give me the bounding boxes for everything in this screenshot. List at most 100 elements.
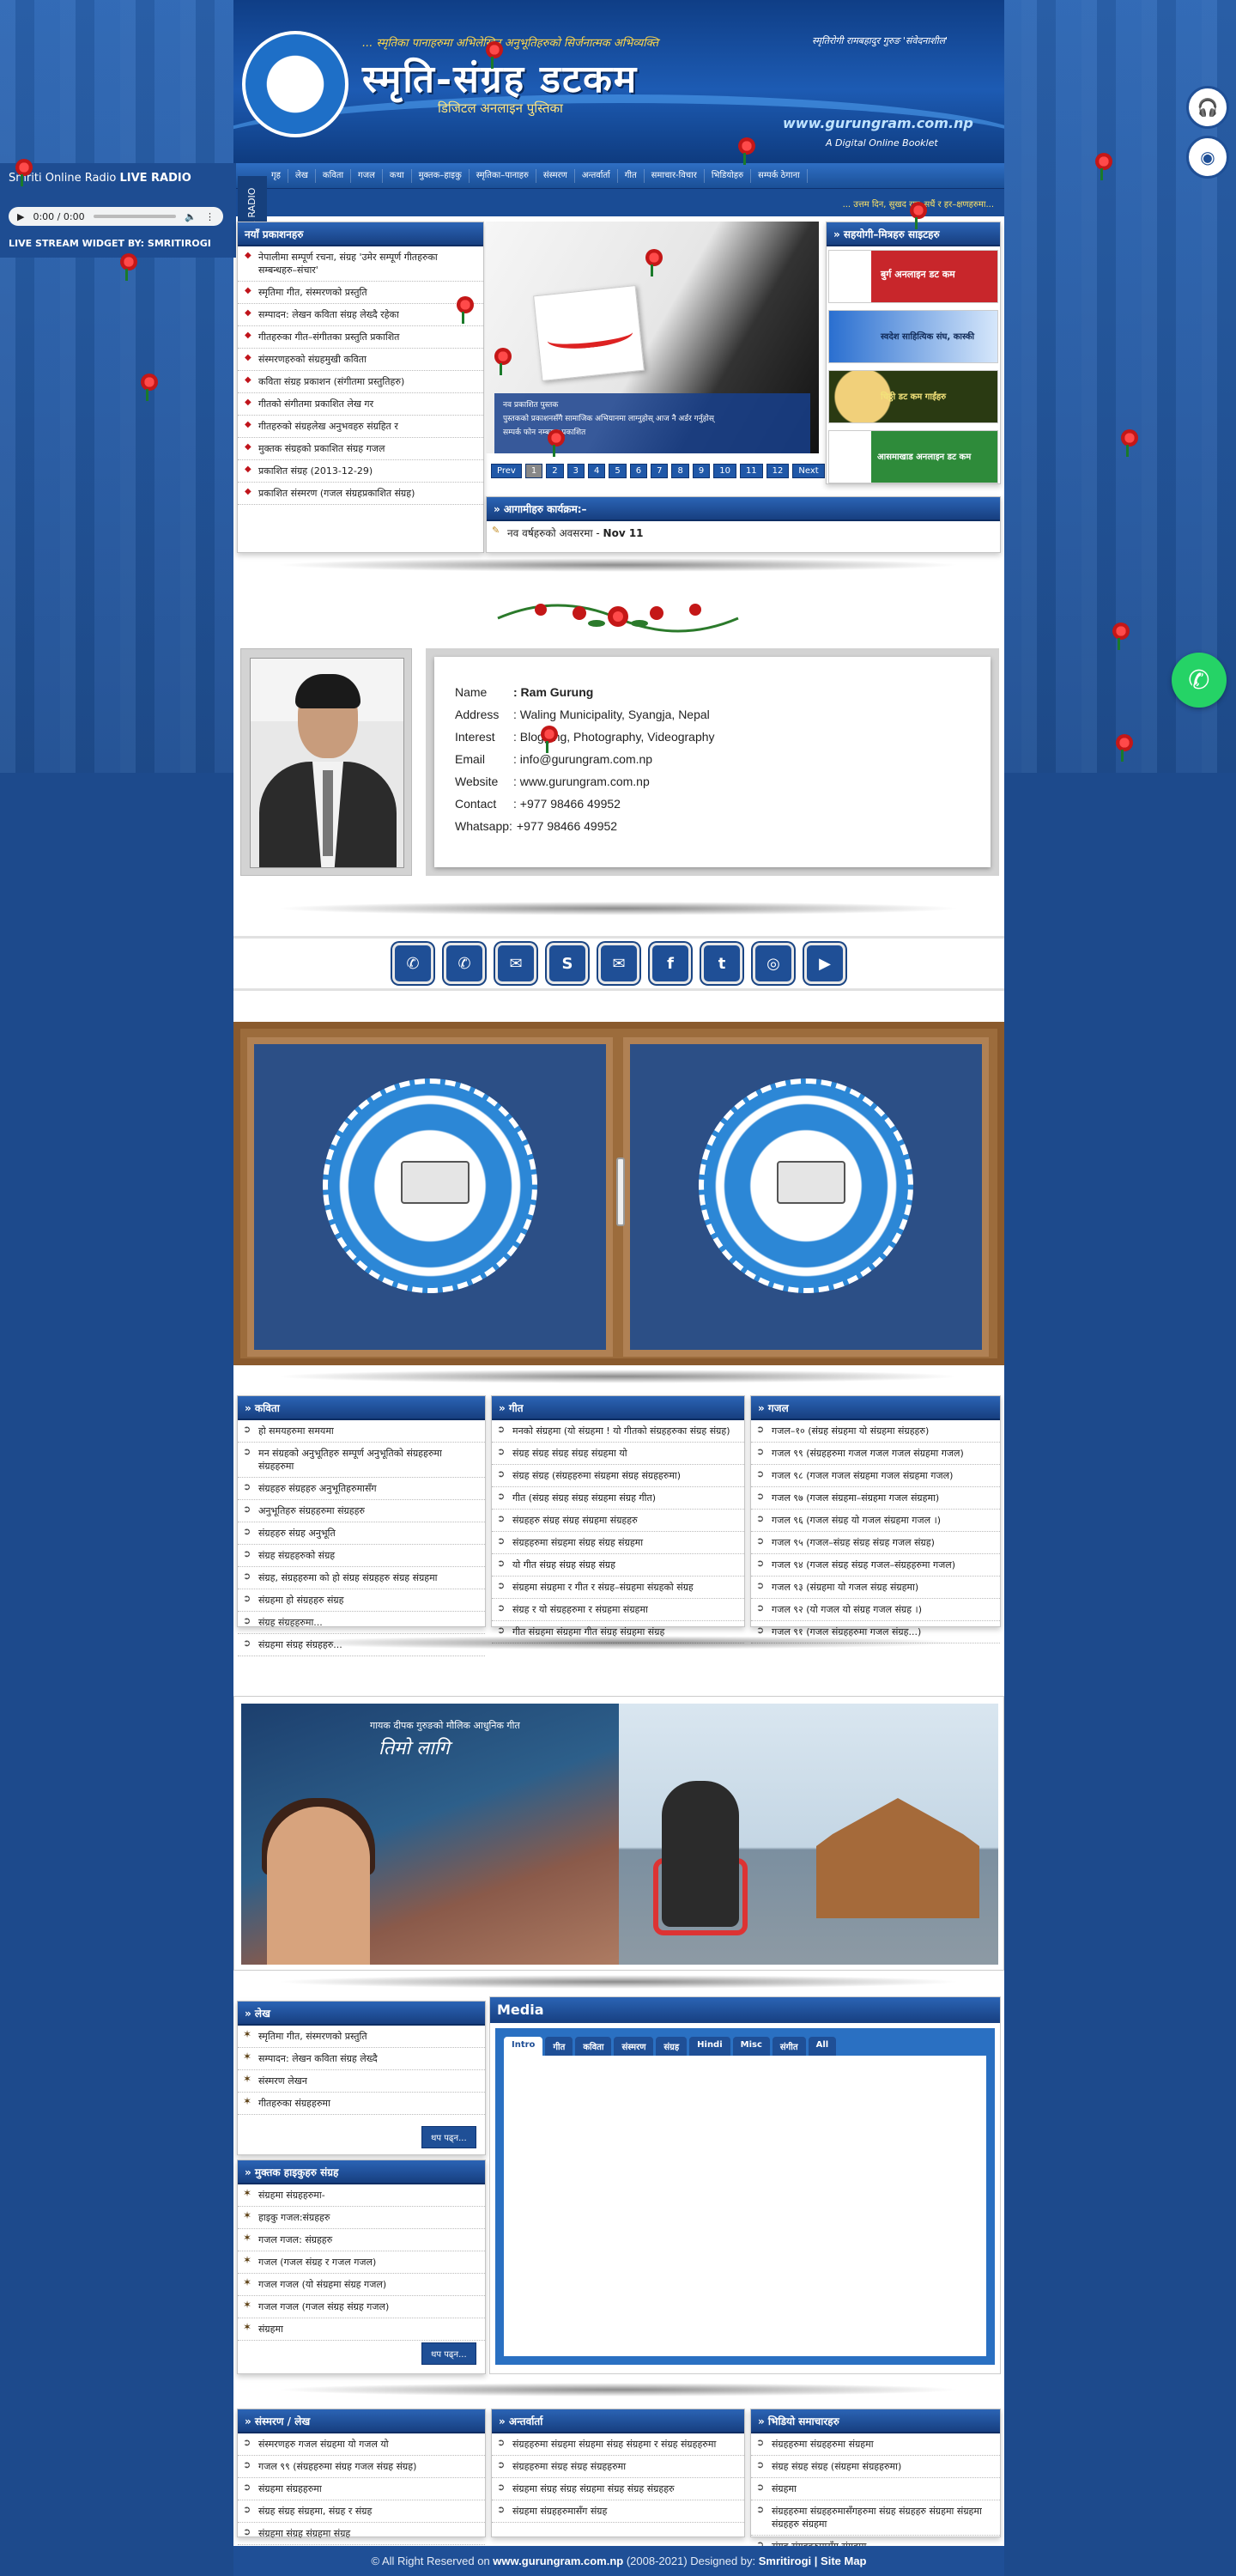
list-item[interactable]: संग्रहहरुमा संग्रहमा संग्रह संग्रह संग्र… [492, 1532, 744, 1554]
nav-item[interactable]: भिडियोहरु [705, 168, 752, 183]
news-ticker[interactable]: ... उत्तम दिन, सुखद रात–सधैं र हर–क्षणहर… [233, 189, 1004, 216]
more-options-icon[interactable]: ⋮ [205, 211, 215, 222]
nav-item[interactable]: गृह [264, 168, 288, 183]
list-item[interactable]: गजल ९७ (गजल संग्रहमा–संग्रहमा गजल संग्रह… [751, 1487, 1000, 1510]
list-item[interactable]: गजल ९९ (संग्रहहरुमा गजल गजल गजल संग्रहमा… [751, 1443, 1000, 1465]
list-item[interactable]: संग्रहमा संग्रह संग्रहमा संग्रह [238, 2523, 485, 2545]
list-item[interactable]: संग्रह संग्रहहरुको संग्रह [238, 1545, 485, 1567]
pager-page-button[interactable]: 1 [524, 464, 543, 478]
list-item[interactable]: गीत (संग्रह संग्रह संग्रह संग्रहमा संग्र… [492, 1487, 744, 1510]
media-tab[interactable]: कविता [575, 2037, 612, 2056]
nav-item[interactable]: कविता [316, 168, 352, 183]
media-tab[interactable]: गीत [545, 2037, 573, 2056]
media-tab[interactable]: Misc [732, 2037, 770, 2056]
list-item[interactable]: हाइकु गजल:संग्रहहरु [238, 2207, 485, 2229]
site-logo[interactable] [242, 31, 348, 137]
partner-banner[interactable]: बुर्ग अनलाइन डट कम [828, 250, 998, 303]
list-item[interactable]: संग्रहमा संग्रहहरुमा- [238, 2184, 485, 2207]
list-item[interactable]: संग्रहमा संग्रहहरुमा [238, 2478, 485, 2500]
nav-item[interactable]: अन्तर्वार्ता [575, 168, 618, 183]
list-item[interactable]: गजल ९६ (गजल संग्रह यो गजल संग्रहमा गजल ।… [751, 1510, 1000, 1532]
list-item[interactable]: संग्रहमा [751, 2478, 1000, 2500]
media-tab[interactable]: All [808, 2037, 837, 2056]
media-tab[interactable]: संग्रह [656, 2037, 688, 2056]
profile-website[interactable]: : www.gurungram.com.np [513, 775, 650, 788]
pager-page-button[interactable]: 4 [587, 464, 606, 478]
pager-page-button[interactable]: 8 [671, 464, 689, 478]
play-icon[interactable]: ▶ [17, 211, 24, 222]
list-item[interactable]: गजल ९२ (यो गजल यो संग्रह गजल संग्रह ।) [751, 1599, 1000, 1621]
list-item[interactable]: हो समयहरुमा समयमा [238, 1420, 485, 1443]
volume-icon[interactable]: 🔈 [185, 211, 197, 222]
list-item[interactable]: संग्रहहरु संग्रह अनुभूति [238, 1522, 485, 1545]
pager-page-button[interactable]: 9 [692, 464, 711, 478]
site-title[interactable]: स्मृति-संग्रह डटकम [362, 52, 638, 103]
list-item[interactable]: संग्रहहरु संग्रह संग्रह संग्रहमा संग्रहह… [492, 1510, 744, 1532]
nav-item[interactable]: समाचार-विचार [645, 168, 705, 183]
whatsapp-icon[interactable]: ✆ [444, 943, 485, 984]
footer-designer-link[interactable]: Smritirogi [759, 2555, 811, 2567]
headphones-icon[interactable]: 🎧 [1186, 86, 1229, 129]
list-item[interactable]: गजल ९९ (संग्रहहरुमा संग्रह गजल संग्रह सं… [238, 2456, 485, 2478]
nav-item[interactable]: कथा [383, 168, 412, 183]
list-item[interactable]: गजल ९४ (गजल संग्रह संग्रह गजल–संग्रहहरुम… [751, 1554, 1000, 1577]
list-item[interactable]: गजल ९८ (गजल गजल संग्रहमा गजल संग्रहमा गज… [751, 1465, 1000, 1487]
media-tab[interactable]: Intro [504, 2037, 543, 2056]
pager-page-button[interactable]: 5 [609, 464, 627, 478]
list-item[interactable]: संस्मरणहरुको संग्रहमुखी कविता [238, 349, 483, 371]
youtube-icon[interactable]: ▶ [804, 943, 845, 984]
list-item[interactable]: स्मृतिमा गीत, संस्मरणको प्रस्तुति [238, 2026, 485, 2048]
nav-item[interactable]: संस्मरण [536, 168, 575, 183]
email-icon[interactable]: ✉ [598, 943, 639, 984]
partner-banner[interactable]: चिठ्ठी डट कम गाईंहरु [828, 370, 998, 423]
song-poster-image[interactable]: गायक दीपक गुरुङको मौलिक आधुनिक गीत तिमो … [241, 1704, 619, 1965]
media-tab[interactable]: संगीत [772, 2037, 806, 2056]
list-item[interactable]: गजल ९५ (गजल–संग्रह संग्रह संग्रह गजल संग… [751, 1532, 1000, 1554]
list-item[interactable]: नव वर्षहरुको अवसरमा - Nov 11 [487, 521, 1000, 544]
nav-item[interactable]: स्मृतिका–पानाहरु [470, 168, 536, 183]
list-item[interactable]: संग्रह संग्रह संग्रहमा, संग्रह र संग्रह [238, 2500, 485, 2523]
list-item[interactable]: संग्रहमा संग्रह संग्रह संग्रहमा संग्रह स… [492, 2478, 744, 2500]
list-item[interactable]: संग्रहहरु संग्रहहरु अनुभूतिहरुमासँग [238, 1478, 485, 1500]
list-item[interactable]: गीतहरुको संग्रहलेख अनुभवहरु संग्रहित र [238, 416, 483, 438]
nav-item[interactable]: गीत [618, 168, 645, 183]
nav-item[interactable]: लेख [288, 168, 316, 183]
list-item[interactable]: गजल गजल (यो संग्रहमा संग्रह गजल) [238, 2274, 485, 2296]
site-badge-icon[interactable]: ◉ [1186, 136, 1229, 179]
media-tab-content[interactable] [504, 2056, 986, 2356]
list-item[interactable]: गीतहरुका संग्रहहरुमा [238, 2093, 485, 2115]
list-item[interactable]: संग्रहहरुमा संग्रहमा संग्रहमा संग्रह संग… [492, 2433, 744, 2456]
list-item[interactable]: गीतहरुका गीत–संगीतका प्रस्तुति प्रकाशित [238, 326, 483, 349]
audio-progress[interactable] [93, 215, 177, 218]
list-item[interactable]: संग्रहहरुमा संग्रहहरुमा संग्रहमा [751, 2433, 1000, 2456]
facebook-icon[interactable]: f [650, 943, 691, 984]
slide-caption[interactable]: नव प्रकाशित पुस्तक पुस्तकको प्रकाशनसँगै … [494, 393, 810, 453]
list-item[interactable]: संग्रह, संग्रहहरुमा को हो संग्रह संग्रहह… [238, 1567, 485, 1589]
list-item[interactable]: संग्रहमा संग्रहमा र गीत र संग्रह–संग्रहम… [492, 1577, 744, 1599]
twitter-icon[interactable]: t [701, 943, 742, 984]
list-item[interactable]: संग्रह संग्रह (संग्रहहरुमा संग्रहमा संग्… [492, 1465, 744, 1487]
list-item[interactable]: मनको संग्रहमा (यो संग्रहमा ! यो गीतको सं… [492, 1420, 744, 1443]
list-item[interactable]: संग्रह संग्रह संग्रह संग्रह संग्रहमा यो [492, 1443, 744, 1465]
list-item[interactable]: संग्रहमा हो संग्रहहरु संग्रह [238, 1589, 485, 1612]
footer-site-link[interactable]: www.gurungram.com.np [493, 2555, 623, 2567]
list-item[interactable]: गजल (गजल संग्रह र गजल गजल) [238, 2251, 485, 2274]
list-item[interactable]: मुक्तक संग्रहको प्रकाशित संग्रह गजल [238, 438, 483, 460]
list-item[interactable]: संग्रहहरुमा संग्रहहरुमासँगहरुमा संग्रह स… [751, 2500, 1000, 2536]
nav-item[interactable]: मुक्तक–हाइकु [412, 168, 470, 183]
list-item[interactable]: यो गीत संग्रह संग्रह संग्रह संग्रह [492, 1554, 744, 1577]
media-tab[interactable]: Hindi [689, 2037, 730, 2056]
whatsapp-chat-icon[interactable]: ✆ [1172, 653, 1227, 708]
partner-banner[interactable]: आसमाखाड अनलाइन डट कम [828, 430, 998, 483]
footer-sitemap-link[interactable]: Site Map [821, 2555, 866, 2567]
read-more-button[interactable]: थप पढ्न... [421, 2342, 476, 2365]
list-item[interactable]: संग्रहमा [238, 2318, 485, 2341]
list-item[interactable]: संग्रहहरुमा संग्रह संग्रह संग्रहहरुमा [492, 2456, 744, 2478]
list-item[interactable]: कविता संग्रह प्रकाशन (संगीतमा प्रस्तुतिह… [238, 371, 483, 393]
list-item[interactable]: गजल गजल (गजल संग्रह संग्रह गजल) [238, 2296, 485, 2318]
list-item[interactable]: सम्पादन: लेखन कविता संग्रह लेख्दै रहेका [238, 304, 483, 326]
site-url[interactable]: www.gurungram.com.np [783, 115, 973, 131]
instagram-icon[interactable]: ◎ [753, 943, 794, 984]
list-item[interactable]: नेपालीमा सम्पूर्ण रचना, संग्रह 'उमेर सम्… [238, 246, 483, 282]
list-item[interactable]: संस्मरणहरु गजल संग्रहमा यो गजल यो [238, 2433, 485, 2456]
